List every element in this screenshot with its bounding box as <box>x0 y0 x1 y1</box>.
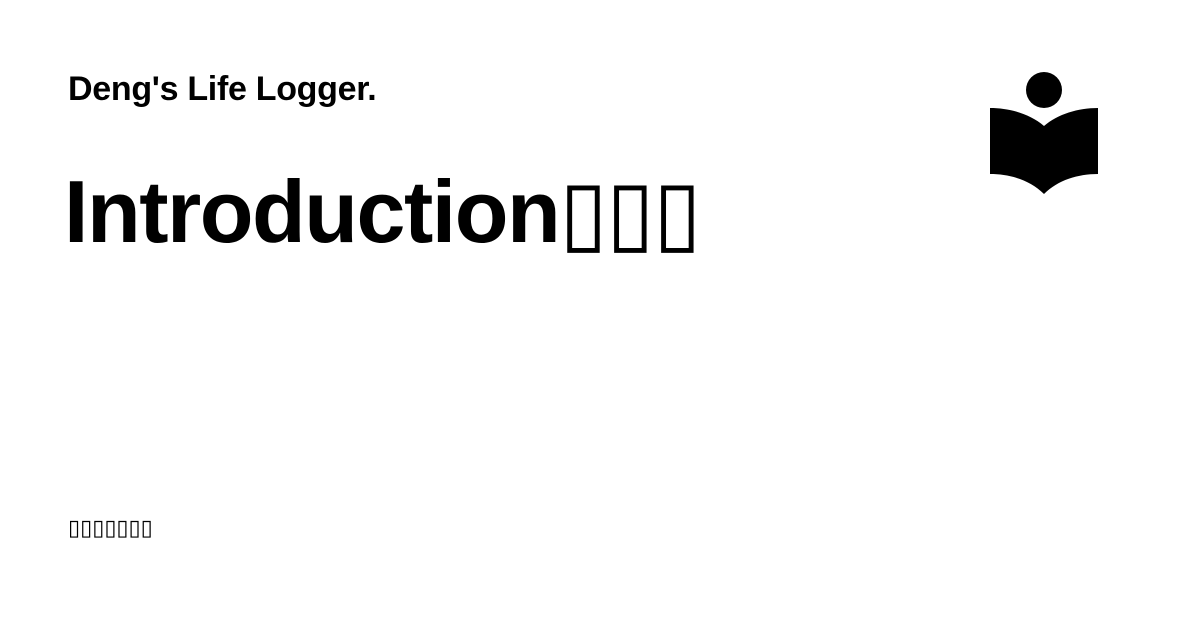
og-card: Deng's Life Logger. Introduction▯▯▯ ▯▯▯▯… <box>0 0 1200 630</box>
reader-book-icon <box>986 68 1102 198</box>
page-title: Introduction▯▯▯ <box>64 162 702 261</box>
site-name: Deng's Life Logger. <box>68 70 377 108</box>
footer-text: ▯▯▯▯▯▯▯ <box>68 515 153 540</box>
